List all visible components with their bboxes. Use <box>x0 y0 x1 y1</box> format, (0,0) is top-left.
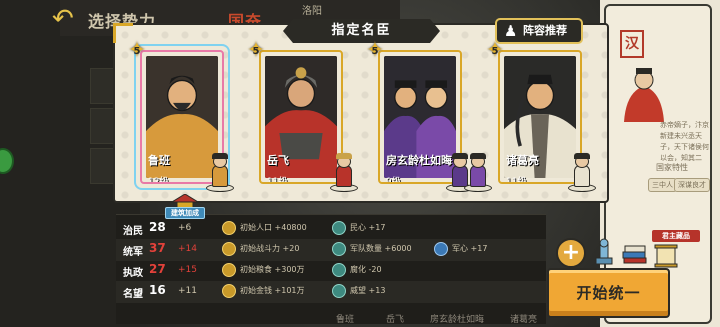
background-lord-description: 赤帝嫡子，汴京新建未兴丞天子，天下诸侯何以会，知其二 <box>660 121 709 162</box>
sword-icon <box>222 242 236 256</box>
hero-level: 9级 <box>386 177 401 184</box>
hero-star-count: 5 <box>133 46 141 57</box>
hero-figurine <box>328 152 360 192</box>
lineup-recommend-button[interactable]: ♟ 阵容推荐 <box>495 18 583 44</box>
hero-name: 岳飞 <box>267 154 289 167</box>
loyalty-icon <box>434 242 448 256</box>
prestige-icon <box>332 284 346 298</box>
stat-row: 名望 16 +11 初始金钱 +101万 威望 +13 <box>116 281 546 303</box>
stat-value: 37 <box>149 241 166 255</box>
stat-effect: 初始粮食 +300万 <box>240 265 305 274</box>
heart-icon <box>332 221 346 235</box>
army-icon <box>332 242 346 256</box>
stat-bonus: +11 <box>178 286 197 296</box>
hero-star-count: 5 <box>371 46 379 57</box>
hero-name: 房玄龄杜如晦 <box>386 154 452 167</box>
start-unification-button[interactable]: 开始统一 <box>547 268 670 318</box>
stat-effect: 初始金钱 +101万 <box>240 286 305 295</box>
add-icon[interactable]: + <box>556 238 586 268</box>
building-icon <box>172 194 198 208</box>
money-icon <box>222 284 236 298</box>
background-attr-label: 国家特性 <box>656 163 688 172</box>
hero-name: 鲁班 <box>148 154 170 167</box>
grain-icon <box>222 263 236 277</box>
stat-effect: 腐化 -20 <box>350 265 382 274</box>
hero-level: 12级 <box>148 177 169 184</box>
pawn-icon: ♟ <box>504 22 518 40</box>
hero-level: 11级 <box>506 177 527 184</box>
stat-name: 执政 <box>123 268 143 279</box>
back-arrow-icon[interactable]: ↶ <box>52 6 84 32</box>
stat-value: 28 <box>149 220 166 234</box>
stat-effect: 军心 +17 <box>452 244 488 253</box>
stat-bonus: +6 <box>178 223 192 233</box>
stat-name: 治民 <box>123 226 143 237</box>
scroll-icon[interactable] <box>652 242 680 270</box>
stat-row: 统军 37 +14 初始战斗力 +20 军队数量 +6000 军心 +17 <box>116 239 546 261</box>
lord-collection-badge: 君主藏品 <box>652 230 700 242</box>
hero-figurine <box>204 152 236 192</box>
dialog-title: 指定名臣 <box>283 19 440 43</box>
roster-name: 岳飞 <box>386 315 405 325</box>
hero-figurine <box>462 152 494 192</box>
background-tag: 三中人 <box>648 178 677 192</box>
stat-row: 执政 27 +15 初始粮食 +300万 腐化 -20 <box>116 260 546 282</box>
hero-name: 诸葛亮 <box>506 154 539 167</box>
stat-bonus: +15 <box>178 265 197 275</box>
roster-name: 房玄龄杜如晦 <box>430 315 485 325</box>
stat-row: 治民 28 +6 初始人口 +40800 民心 +17 <box>116 218 546 240</box>
hero-star-count: 5 <box>252 46 260 57</box>
books-icon[interactable] <box>620 238 648 266</box>
stat-effect: 威望 +13 <box>350 286 386 295</box>
population-icon <box>222 221 236 235</box>
roster-name: 诸葛亮 <box>510 315 538 325</box>
background-location-label: 洛阳 <box>302 6 322 17</box>
stat-value: 16 <box>149 283 166 297</box>
hero-star-count: 5 <box>491 46 499 57</box>
stat-effect: 初始人口 +40800 <box>240 223 307 232</box>
stat-name: 名望 <box>123 289 143 300</box>
stat-effect: 军队数量 +6000 <box>350 244 412 253</box>
stat-name: 统军 <box>123 247 143 258</box>
stat-effect: 民心 +17 <box>350 223 386 232</box>
hero-figurine <box>566 152 598 192</box>
stat-value: 27 <box>149 262 166 276</box>
lineup-recommend-label: 阵容推荐 <box>523 24 567 37</box>
statue-icon[interactable] <box>590 238 618 266</box>
stat-bonus: +14 <box>178 244 197 254</box>
background-lord-portrait <box>624 68 664 122</box>
corruption-icon <box>332 263 346 277</box>
han-seal-icon: 汉 <box>620 30 644 58</box>
stat-effect: 初始战斗力 +20 <box>240 244 300 253</box>
hero-level: 11级 <box>267 177 288 184</box>
roster-name: 鲁班 <box>336 315 355 325</box>
background-tag: 深谋良才 <box>674 178 710 192</box>
